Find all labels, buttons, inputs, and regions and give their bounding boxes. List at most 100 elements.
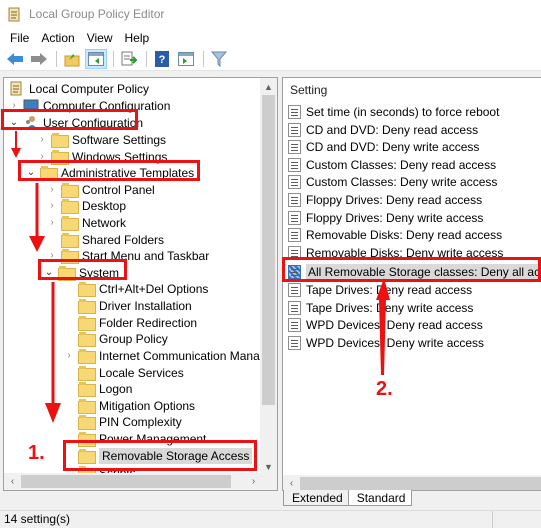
folder-icon <box>78 382 96 397</box>
annotation-box-administrative-templates <box>18 160 200 181</box>
tree-item-group-policy[interactable]: Group Policy <box>78 330 168 347</box>
setting-label: CD and DVD: Deny read access <box>306 122 479 137</box>
policy-scroll-icon <box>10 81 22 96</box>
setting-row[interactable]: Floppy Drives: Deny write access <box>288 209 483 226</box>
status-divider <box>492 511 493 528</box>
tree-label: Folder Redirection <box>99 315 198 330</box>
settings-list-pane: Setting Set time (in seconds) to force r… <box>282 77 541 491</box>
scroll-thumb[interactable] <box>21 475 231 488</box>
setting-row[interactable]: Tape Drives: Deny write access <box>288 299 473 316</box>
setting-row[interactable]: Removable Disks: Deny read access <box>288 226 502 243</box>
settings-horizontal-scrollbar[interactable]: ‹ <box>283 475 541 490</box>
policy-setting-icon <box>288 282 301 297</box>
policy-setting-icon <box>288 192 301 207</box>
status-text: 14 setting(s) <box>4 512 71 526</box>
setting-column-header[interactable]: Setting <box>290 83 327 97</box>
tree-label: Desktop <box>82 198 127 213</box>
toolbar-separator <box>113 51 114 67</box>
show-hide-tree-button[interactable] <box>85 49 107 69</box>
tree-item-network[interactable]: › Network <box>47 214 126 231</box>
tab-extended[interactable]: Extended <box>283 490 350 506</box>
setting-row[interactable]: Set time (in seconds) to force reboot <box>288 103 499 120</box>
tree-item-logon[interactable]: Logon <box>78 380 132 397</box>
setting-row[interactable]: Custom Classes: Deny read access <box>288 156 496 173</box>
policy-setting-icon <box>288 300 301 315</box>
menu-help[interactable]: Help <box>119 31 156 45</box>
show-action-pane-button[interactable] <box>175 49 197 69</box>
policy-setting-icon <box>288 210 301 225</box>
tree-label: Locale Services <box>99 365 184 380</box>
annotation-step-2: 2. <box>376 378 393 400</box>
up-folder-icon <box>64 54 80 67</box>
scroll-left-icon[interactable]: ‹ <box>283 475 300 490</box>
policy-setting-icon <box>288 104 301 119</box>
tree-label: Group Policy <box>99 331 168 346</box>
tree-item-ctrl-alt-del-options[interactable]: Ctrl+Alt+Del Options <box>78 280 208 297</box>
setting-row[interactable]: CD and DVD: Deny write access <box>288 138 479 155</box>
setting-label: Custom Classes: Deny write access <box>306 174 498 189</box>
setting-row[interactable]: Floppy Drives: Deny read access <box>288 191 482 208</box>
folder-icon <box>61 183 79 198</box>
chevron-right-icon[interactable]: › <box>37 131 47 148</box>
menu-file[interactable]: File <box>4 31 35 45</box>
forward-button[interactable] <box>28 49 50 69</box>
chevron-right-icon[interactable]: › <box>47 181 57 198</box>
scroll-thumb[interactable] <box>262 95 275 405</box>
tree-label: Logon <box>99 381 133 396</box>
folder-icon <box>61 233 79 248</box>
console-tree-pane: Local Computer Policy › Computer Configu… <box>3 77 278 491</box>
chevron-right-icon[interactable]: › <box>64 347 74 364</box>
chevron-right-icon[interactable]: › <box>47 197 57 214</box>
setting-row[interactable]: WPD Devices: Deny write access <box>288 334 484 351</box>
folder-icon <box>78 415 96 430</box>
tree-item-software-settings[interactable]: › Software Settings <box>37 131 166 148</box>
tree-item-driver-installation[interactable]: Driver Installation <box>78 297 192 314</box>
up-one-level-button[interactable] <box>61 49 83 69</box>
tree-item-mitigation-options[interactable]: Mitigation Options <box>78 397 195 414</box>
setting-row[interactable]: Custom Classes: Deny write access <box>288 173 497 190</box>
back-button[interactable] <box>4 49 26 69</box>
setting-label: CD and DVD: Deny write access <box>306 139 480 154</box>
setting-row[interactable]: Tape Drives: Deny read access <box>288 281 472 298</box>
scrollbar-corner <box>260 473 277 490</box>
scroll-left-icon[interactable]: ‹ <box>4 473 21 490</box>
scroll-up-icon[interactable]: ▲ <box>260 78 277 95</box>
tree-item-control-panel[interactable]: › Control Panel <box>47 181 155 198</box>
toolbar-separator <box>146 51 147 67</box>
annotation-box-system <box>38 259 127 280</box>
setting-row[interactable]: WPD Devices: Deny read access <box>288 316 483 333</box>
tab-standard[interactable]: Standard <box>347 490 413 506</box>
setting-row[interactable]: CD and DVD: Deny read access <box>288 121 478 138</box>
tree-label: Software Settings <box>72 132 167 147</box>
folder-icon <box>78 282 96 297</box>
setting-label: Floppy Drives: Deny write access <box>306 210 484 225</box>
filter-button[interactable] <box>208 49 230 69</box>
tree-item-local-computer-policy[interactable]: Local Computer Policy <box>9 80 149 97</box>
export-list-button[interactable] <box>118 49 140 69</box>
folder-icon <box>51 133 69 148</box>
setting-label: Set time (in seconds) to force reboot <box>306 104 500 119</box>
tree-label: Driver Installation <box>99 298 192 313</box>
scroll-thumb[interactable] <box>300 477 541 490</box>
show-action-pane-icon <box>178 52 194 66</box>
title-bar: Local Group Policy Editor <box>0 0 541 28</box>
chevron-right-icon[interactable]: › <box>47 214 57 231</box>
tree-item-folder-redirection[interactable]: Folder Redirection <box>78 314 197 331</box>
annotation-box-removable-storage-access <box>63 440 257 471</box>
tree-vertical-scrollbar[interactable]: ▲ ▼ <box>260 78 277 475</box>
tree-item-desktop[interactable]: › Desktop <box>47 197 126 214</box>
folder-icon <box>78 332 96 347</box>
folder-icon <box>61 199 79 214</box>
menu-action[interactable]: Action <box>35 31 80 45</box>
tree-label: PIN Complexity <box>99 414 182 429</box>
tree-item-shared-folders[interactable]: Shared Folders <box>61 231 164 248</box>
filter-icon <box>211 51 227 67</box>
tree-horizontal-scrollbar[interactable]: ‹ › <box>4 473 262 490</box>
tree-item-pin-complexity[interactable]: PIN Complexity <box>78 413 182 430</box>
menu-view[interactable]: View <box>81 31 119 45</box>
svg-text:?: ? <box>159 54 166 66</box>
help-button[interactable]: ? <box>151 49 173 69</box>
tree-item-locale-services[interactable]: Locale Services <box>78 364 184 381</box>
help-icon: ? <box>155 51 169 67</box>
tree-item-internet-communication-management[interactable]: › Internet Communication Manager <box>64 347 262 364</box>
